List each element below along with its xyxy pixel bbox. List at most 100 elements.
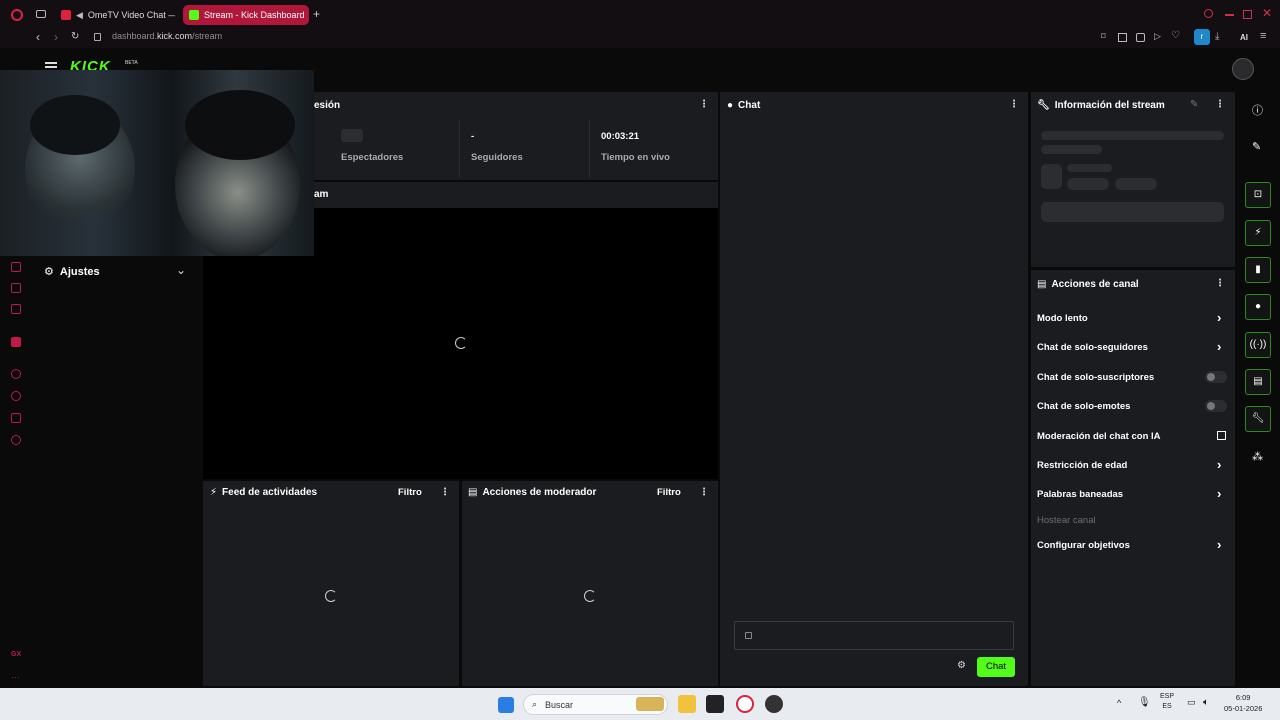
age-restriction-item[interactable]: Restricción de edad	[1037, 460, 1127, 471]
epic-games-icon[interactable]	[706, 695, 724, 713]
extensions-icon[interactable]	[11, 413, 21, 423]
edit-pencil-icon[interactable]: ✎	[1190, 99, 1198, 110]
windows-start-icon[interactable]	[498, 697, 514, 713]
heart-icon[interactable]: ♡	[1171, 30, 1180, 41]
bookmark-icon[interactable]: ⌑	[1101, 31, 1106, 42]
forward-icon[interactable]: ›	[54, 30, 58, 44]
lightning-icon: ⚡	[210, 487, 218, 498]
mod-actions-title: ▤ Acciones de moderador	[468, 487, 596, 498]
maximize-icon[interactable]	[1243, 10, 1252, 19]
slow-mode-item[interactable]: Modo lento	[1037, 313, 1088, 324]
mod-filter-button[interactable]: Filtro	[657, 487, 681, 498]
lightning-tool-icon[interactable]: ⚡	[1245, 220, 1271, 246]
chevron-right-icon[interactable]: ›	[1217, 310, 1221, 325]
close-icon[interactable]: ✕	[1262, 6, 1272, 20]
pencil-icon[interactable]: ✎	[1252, 140, 1261, 153]
session-title: esión	[314, 100, 341, 111]
apps-icon[interactable]: ⁂	[1252, 450, 1263, 463]
settings-menu-item[interactable]: ⚙ Ajustes	[44, 265, 100, 279]
user-avatar[interactable]	[1232, 58, 1254, 80]
file-explorer-icon[interactable]	[678, 695, 696, 713]
emotes-only-toggle[interactable]	[1205, 400, 1227, 412]
twitch-icon[interactable]	[11, 337, 21, 347]
opera-gx-icon[interactable]	[736, 695, 754, 713]
stream-preview-title: am	[314, 189, 329, 200]
loading-spinner	[455, 337, 467, 349]
skeleton-line	[1041, 131, 1224, 140]
stream-info-menu-icon[interactable]: ⋮	[1215, 99, 1225, 110]
minimize-icon[interactable]	[1225, 14, 1234, 16]
tray-chevron-up-icon[interactable]: ^	[1117, 698, 1121, 708]
viewers-label: Espectadores	[341, 152, 404, 163]
mod-menu-icon[interactable]: ⋮	[699, 487, 709, 498]
feed-filter-button[interactable]: Filtro	[398, 487, 422, 498]
chevron-right-icon[interactable]: ›	[1217, 486, 1221, 501]
system-clock[interactable]: 6:09 05-01-2026	[1224, 692, 1262, 714]
session-menu-icon[interactable]: ⋮	[699, 99, 709, 110]
tab-kick-dashboard[interactable]: Stream - Kick Dashboard	[183, 5, 309, 25]
extension-icon[interactable]: r	[1194, 29, 1210, 45]
search-tabs-icon[interactable]	[1204, 9, 1213, 18]
feed-menu-icon[interactable]: ⋮	[440, 487, 450, 498]
mod-actions-title-text: Acciones de moderador	[482, 487, 597, 498]
configure-goals-item[interactable]: Configurar objetivos	[1037, 540, 1130, 551]
app-icon[interactable]	[765, 695, 783, 713]
volume-icon[interactable]: 🔈︎	[1203, 697, 1209, 708]
chat-input[interactable]	[734, 621, 1014, 650]
clock-icon[interactable]	[11, 391, 21, 401]
chevron-right-icon[interactable]: ›	[1217, 537, 1221, 552]
language-indicator[interactable]: ESP ES	[1160, 692, 1174, 712]
nav-icon-3[interactable]	[11, 304, 21, 314]
gear-icon: ⚙	[44, 266, 54, 278]
microphone-icon[interactable]: 🎙︎	[1138, 697, 1151, 708]
info-icon[interactable]: ⓘ	[1252, 102, 1263, 118]
back-icon[interactable]: ‹	[36, 30, 40, 44]
reload-icon[interactable]: ↻	[71, 31, 79, 42]
screenshot-tool-icon[interactable]: ⊡	[1245, 182, 1271, 208]
tab-workspaces-icon[interactable]	[36, 10, 46, 18]
settings-label: Ajustes	[59, 265, 100, 278]
notes-tool-icon[interactable]: ▮	[1245, 257, 1271, 283]
chevron-right-icon[interactable]: ›	[1217, 457, 1221, 472]
wrench-tool-icon[interactable]: 🔧︎	[1245, 406, 1271, 432]
play-icon[interactable]	[11, 369, 21, 379]
nav-icon-2[interactable]	[11, 283, 21, 293]
snapshot-icon[interactable]	[1118, 33, 1127, 42]
search-placeholder: Buscar	[545, 699, 574, 710]
chat-settings-gear-icon[interactable]: ⚙	[957, 660, 966, 671]
tab-ometv[interactable]: ◀ OmeTV Video Chat —	[55, 5, 175, 25]
opera-logo-icon[interactable]	[11, 9, 23, 21]
chat-tool-icon[interactable]: ●	[1245, 294, 1271, 320]
ai-button[interactable]: AI	[1240, 33, 1248, 42]
skeleton-bar	[1041, 202, 1224, 222]
channel-tool-icon[interactable]: ▤	[1245, 369, 1271, 395]
chevron-down-icon[interactable]: ⌄	[176, 263, 186, 277]
settings-gear-icon[interactable]	[11, 435, 21, 445]
adblock-icon[interactable]	[1136, 33, 1145, 42]
download-icon[interactable]: ⤓	[1215, 31, 1219, 42]
url-field[interactable]: dashboard.kick.com/stream	[112, 31, 222, 41]
host-channel-item: Hostear canal	[1037, 515, 1096, 526]
followers-only-item[interactable]: Chat de solo-seguidores	[1037, 342, 1148, 353]
new-tab-button[interactable]: +	[313, 7, 320, 21]
chevron-right-icon[interactable]: ›	[1217, 339, 1221, 354]
ai-moderation-item[interactable]: Moderación del chat con IA	[1037, 431, 1161, 442]
network-icon[interactable]: ▭	[1187, 697, 1196, 708]
stream-info-title-text: Información del stream	[1054, 100, 1165, 111]
gx-icon[interactable]: GX	[11, 651, 21, 661]
chat-send-button[interactable]: Chat	[977, 657, 1015, 677]
channel-actions-menu-icon[interactable]: ⋮	[1215, 278, 1225, 289]
chat-panel	[720, 92, 1028, 686]
subscribers-only-toggle[interactable]	[1205, 371, 1227, 383]
session-stats-panel	[314, 92, 718, 180]
easy-setup-icon[interactable]: ≡	[1260, 30, 1266, 42]
region-code: ES	[1162, 703, 1172, 710]
player-icon[interactable]: ▷	[1154, 31, 1161, 42]
broadcast-tool-icon[interactable]: ((·))	[1245, 332, 1271, 358]
nav-icon-1[interactable]	[11, 262, 21, 272]
chat-menu-icon[interactable]: ⋮	[1009, 99, 1019, 110]
sidebar	[32, 256, 200, 688]
banned-words-item[interactable]: Palabras baneadas	[1037, 489, 1123, 500]
external-link-icon[interactable]	[1217, 431, 1226, 440]
more-icon[interactable]: …	[11, 670, 21, 680]
